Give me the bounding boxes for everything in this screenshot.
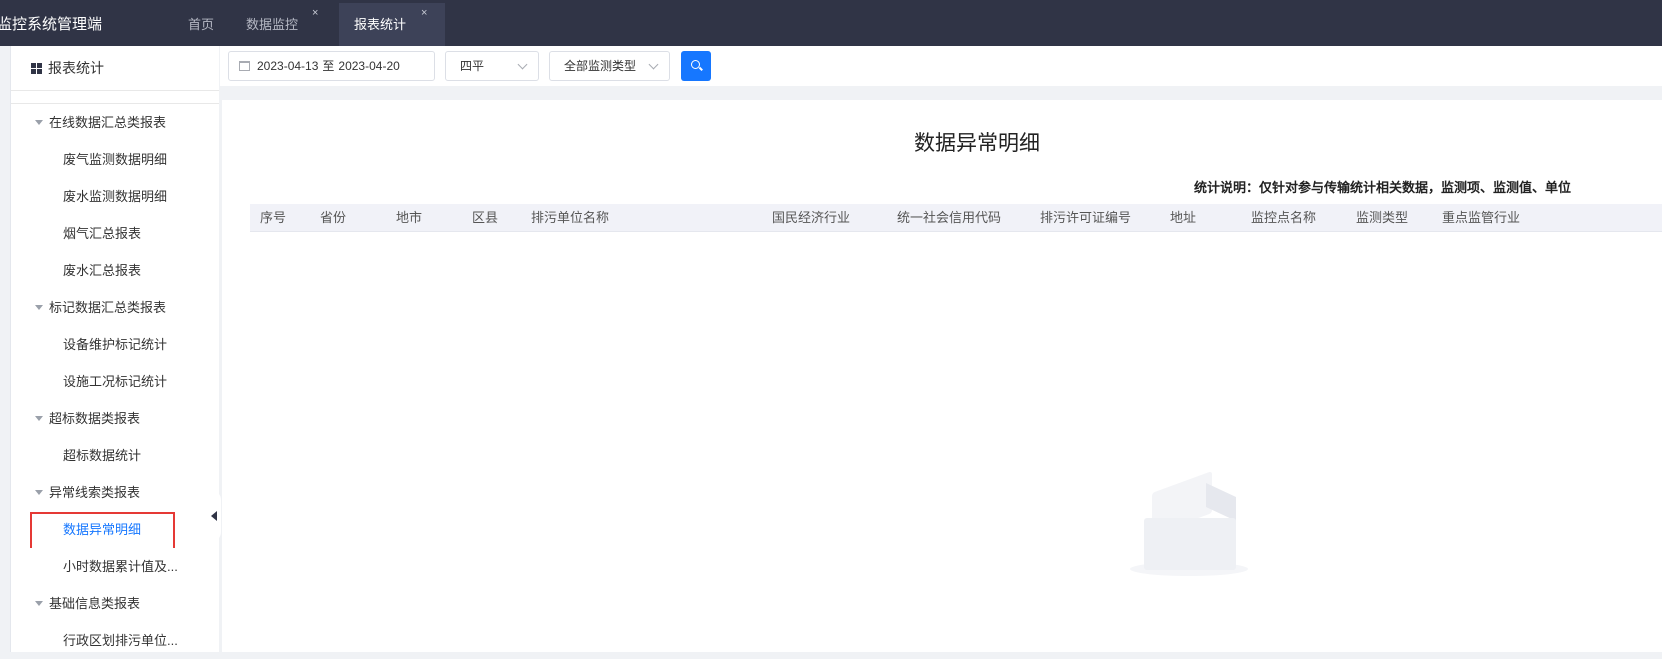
column-header-index: 序号 [260, 210, 287, 225]
tab-data-monitor-label: 数据监控 [246, 17, 299, 32]
tree-item-exhaust-detail[interactable]: 废气监测数据明细 [11, 141, 206, 178]
tree-group-basic-info[interactable]: 基础信息类报表 [11, 585, 219, 622]
tree-item-hourly-cumulative[interactable]: 小时数据累计值及... [11, 548, 206, 585]
report-card: 数据异常明细 统计说明：仅针对参与传输统计相关数据，监测项、监测值、单位 序号 … [222, 100, 1662, 652]
column-header-province: 省份 [320, 210, 347, 225]
tree-group-anomaly[interactable]: 异常线索类报表 [11, 474, 219, 511]
tree-group-online[interactable]: 在线数据汇总类报表 [11, 104, 219, 141]
caret-down-icon [35, 601, 43, 606]
tree-item-wastewater-summary[interactable]: 废水汇总报表 [11, 252, 206, 289]
caret-down-icon [35, 120, 43, 125]
filter-bar: 2023-04-13 至 2023-04-20 四平 全部监测类型 [220, 46, 1662, 86]
column-header-county: 区县 [472, 210, 499, 225]
tree-item-data-anomaly-detail[interactable]: 数据异常明细 [11, 511, 206, 548]
column-header-unit-name: 排污单位名称 [531, 210, 610, 225]
close-icon[interactable]: × [312, 0, 318, 35]
column-header-monitor-point: 监控点名称 [1251, 210, 1317, 225]
region-select[interactable]: 四平 [445, 51, 539, 81]
caret-down-icon [35, 416, 43, 421]
column-header-credit-code: 统一社会信用代码 [897, 210, 1002, 225]
calendar-icon [239, 61, 250, 71]
column-header-city: 地市 [396, 210, 423, 225]
chevron-down-icon [517, 59, 528, 70]
tree-group-exceed[interactable]: 超标数据类报表 [11, 400, 219, 437]
tree-item-flue-summary[interactable]: 烟气汇总报表 [11, 215, 206, 252]
date-start: 2023-04-13 [257, 59, 319, 73]
tree-item-facility-marks[interactable]: 设施工况标记统计 [11, 363, 206, 400]
sidebar-header: 报表统计 [11, 46, 219, 91]
page-title: 数据异常明细 [914, 132, 1040, 155]
date-end: 2023-04-20 [338, 59, 400, 73]
monitor-type-select-value: 全部监测类型 [564, 59, 637, 73]
column-header-key-industry: 重点监管行业 [1442, 210, 1521, 225]
top-bar: 动监控系统管理端 首页 数据监控 × 报表统计 × [0, 0, 1662, 46]
tab-home[interactable]: 首页 [188, 3, 214, 46]
tab-data-monitor[interactable]: 数据监控 × [246, 3, 318, 46]
table-header: 序号 省份 地市 区县 排污单位名称 国民经济行业 统一社会信用代码 排污许可证… [250, 204, 1662, 232]
sidebar: 报表统计 在线数据汇总类报表 废气监测数据明细 废水监测数据明细 烟气汇总报表 … [0, 46, 221, 652]
empty-data-icon [1130, 470, 1250, 580]
column-header-address: 地址 [1170, 210, 1197, 225]
tree-item-region-units[interactable]: 行政区划排污单位... [11, 622, 206, 659]
caret-left-icon [211, 511, 217, 521]
caret-down-icon [35, 490, 43, 495]
search-button[interactable] [681, 51, 711, 81]
column-header-monitor-type: 监测类型 [1356, 210, 1409, 225]
column-header-permit-number: 排污许可证编号 [1040, 210, 1132, 225]
sidebar-panel: 报表统计 在线数据汇总类报表 废气监测数据明细 废水监测数据明细 烟气汇总报表 … [10, 46, 219, 652]
tree-item-exceed-stats[interactable]: 超标数据统计 [11, 437, 206, 474]
grid-icon [31, 63, 42, 74]
tree-item-wastewater-detail[interactable]: 废水监测数据明细 [11, 178, 206, 215]
date-separator: 至 [322, 59, 335, 73]
tab-report-stats-label: 报表统计 [354, 17, 407, 32]
tree-group-marks[interactable]: 标记数据汇总类报表 [11, 289, 219, 326]
caret-down-icon [35, 305, 43, 310]
chevron-down-icon [648, 59, 659, 70]
sidebar-collapse-toggle[interactable] [209, 490, 221, 542]
app-title: 动监控系统管理端 [0, 16, 103, 33]
date-range-picker[interactable]: 2023-04-13 至 2023-04-20 [228, 51, 435, 81]
tree-item-maintenance-marks[interactable]: 设备维护标记统计 [11, 326, 206, 363]
tab-report-stats[interactable]: 报表统计 × [339, 3, 445, 46]
tab-home-label: 首页 [188, 17, 215, 32]
close-icon[interactable]: × [421, 0, 427, 35]
column-header-industry: 国民经济行业 [772, 210, 851, 225]
region-select-value: 四平 [460, 59, 485, 73]
monitor-type-select[interactable]: 全部监测类型 [549, 51, 670, 81]
statistics-note: 统计说明：仅针对参与传输统计相关数据，监测项、监测值、单位 [1194, 180, 1572, 195]
sidebar-header-label: 报表统计 [48, 60, 104, 76]
